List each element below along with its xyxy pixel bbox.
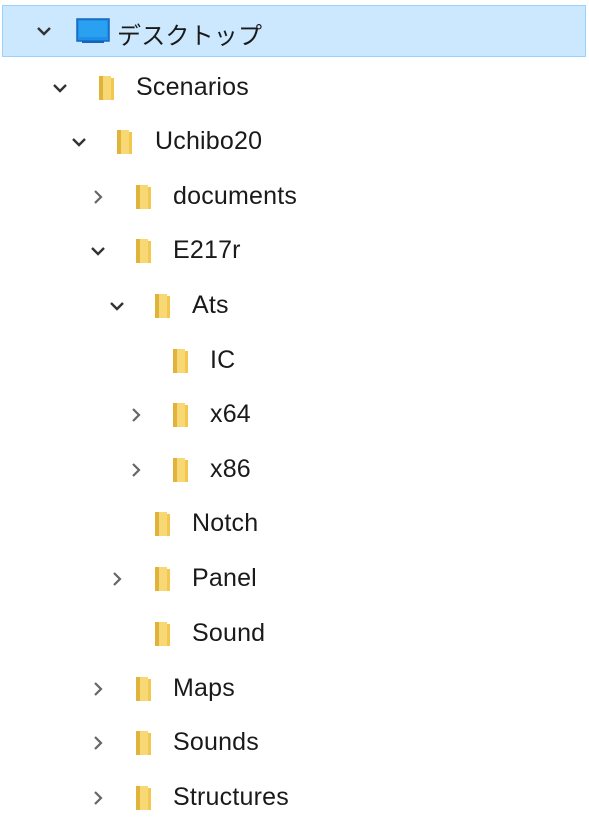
folder-icon xyxy=(171,401,195,429)
folder-icon xyxy=(171,456,195,484)
chevron-down-icon[interactable] xyxy=(107,296,127,316)
tree-item-label: デスクトップ xyxy=(117,22,263,50)
folder-icon xyxy=(97,74,121,102)
tree-item-ats[interactable]: Ats xyxy=(0,279,589,333)
tree-item-label: documents xyxy=(173,182,298,210)
folder-icon xyxy=(153,620,177,648)
tree-item-sound[interactable]: Sound xyxy=(0,607,589,661)
tree-item-uchibo20[interactable]: Uchibo20 xyxy=(0,115,589,169)
tree-item-structures[interactable]: Structures xyxy=(0,771,589,820)
tree-item-label: Ats xyxy=(192,291,229,319)
tree-item-label: Notch xyxy=(192,509,259,537)
tree-item-label: IC xyxy=(210,346,236,374)
folder-icon xyxy=(153,292,177,320)
folder-icon xyxy=(171,347,195,375)
folder-icon xyxy=(153,510,177,538)
tree-item-label: Panel xyxy=(192,564,257,592)
chevron-right-icon[interactable] xyxy=(88,679,108,699)
tree-item-label: Uchibo20 xyxy=(155,127,263,155)
tree-item-label: x86 xyxy=(210,455,251,483)
tree-item-label: Scenarios xyxy=(136,73,249,101)
chevron-right-icon[interactable] xyxy=(88,788,108,808)
folder-icon xyxy=(134,675,158,703)
folder-icon xyxy=(134,183,158,211)
tree-item-sounds[interactable]: Sounds xyxy=(0,716,589,770)
tree-item-ic[interactable]: IC xyxy=(0,334,589,388)
tree-item-documents[interactable]: documents xyxy=(0,170,589,224)
tree-item-panel[interactable]: Panel xyxy=(0,552,589,606)
tree-item-label: Sound xyxy=(192,619,266,647)
chevron-right-icon[interactable] xyxy=(126,405,146,425)
chevron-right-icon[interactable] xyxy=(88,733,108,753)
chevron-down-icon[interactable] xyxy=(69,132,89,152)
tree-item-x86[interactable]: x86 xyxy=(0,443,589,497)
tree-item-maps[interactable]: Maps xyxy=(0,662,589,716)
tree-item-label: x64 xyxy=(210,400,251,428)
chevron-down-icon[interactable] xyxy=(88,241,108,261)
tree-item-desktop[interactable]: デスクトップ xyxy=(2,5,586,57)
tree-item-scenarios[interactable]: Scenarios xyxy=(0,61,589,115)
folder-icon xyxy=(134,729,158,757)
chevron-right-icon[interactable] xyxy=(107,569,127,589)
tree-item-label: Maps xyxy=(173,674,235,702)
folder-icon xyxy=(134,784,158,812)
tree-item-x64[interactable]: x64 xyxy=(0,388,589,442)
folder-icon xyxy=(134,237,158,265)
chevron-down-icon[interactable] xyxy=(34,21,54,41)
tree-item-label: Structures xyxy=(173,783,289,811)
desktop-icon xyxy=(76,18,110,44)
chevron-right-icon[interactable] xyxy=(126,460,146,480)
chevron-down-icon[interactable] xyxy=(50,78,70,98)
tree-item-e217r[interactable]: E217r xyxy=(0,224,589,278)
folder-tree: デスクトップ Scenarios Uchibo20 documents E217… xyxy=(0,0,589,820)
tree-item-label: E217r xyxy=(173,236,241,264)
chevron-right-icon[interactable] xyxy=(88,187,108,207)
tree-item-notch[interactable]: Notch xyxy=(0,497,589,551)
folder-icon xyxy=(115,128,139,156)
folder-icon xyxy=(153,565,177,593)
tree-item-label: Sounds xyxy=(173,728,259,756)
